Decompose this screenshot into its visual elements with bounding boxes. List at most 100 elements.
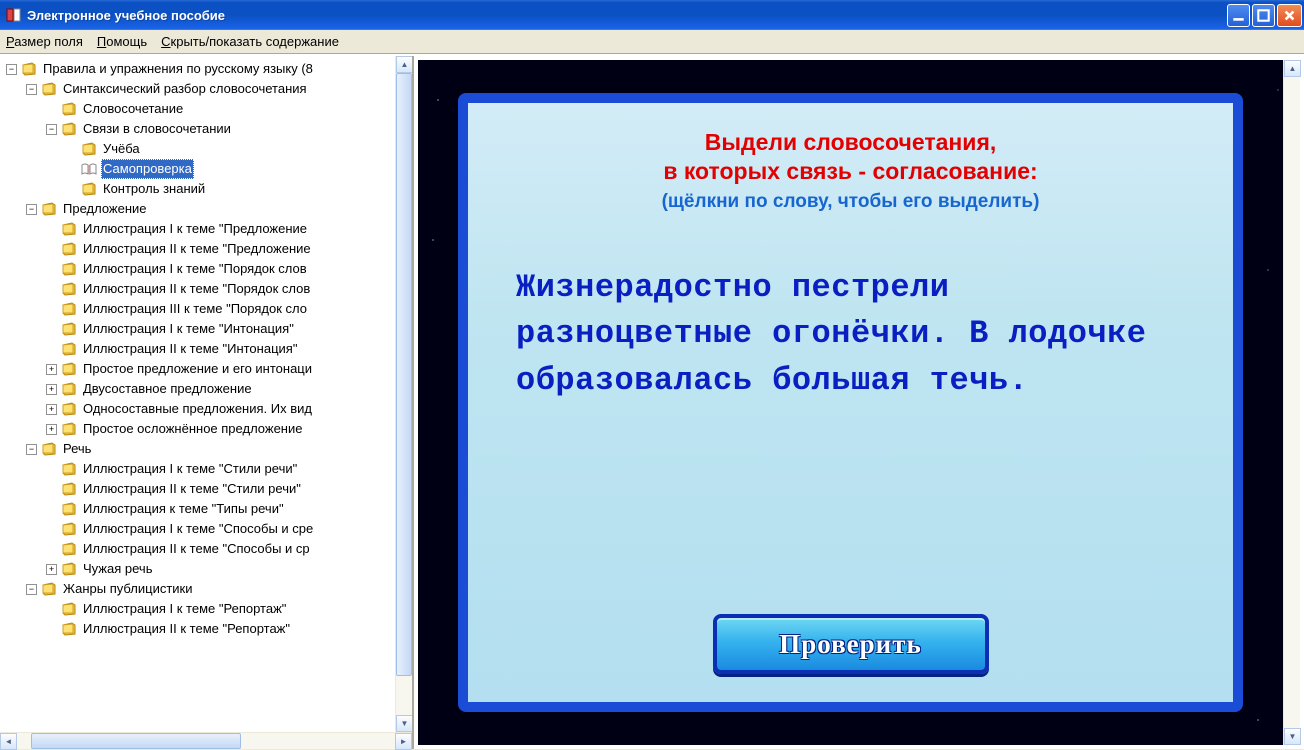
tree-node[interactable]: Иллюстрация II к теме "Интонация" [2,339,412,359]
tree-node-label[interactable]: Связи в словосочетании [81,119,233,139]
tree-node-label[interactable]: Жанры публицистики [61,579,195,599]
tree-node-label[interactable]: Односоставные предложения. Их вид [81,399,314,419]
tree-node[interactable]: Иллюстрация II к теме "Предложение [2,239,412,259]
collapse-icon[interactable]: − [6,64,17,75]
tree-node-label[interactable]: Иллюстрация II к теме "Репортаж" [81,619,292,639]
collapse-icon[interactable]: − [46,124,57,135]
tree-node[interactable]: Контроль знаний [2,179,412,199]
minimize-button[interactable] [1227,4,1250,27]
tree-vscrollbar[interactable]: ▲ ▼ [395,56,412,732]
tree-node-label[interactable]: Двусоставное предложение [81,379,254,399]
content-vscrollbar[interactable]: ▲ ▼ [1283,60,1300,745]
tree-node[interactable]: − Жанры публицистики [2,579,412,599]
tree-node[interactable]: − Правила и упражнения по русскому языку … [2,59,412,79]
collapse-icon[interactable]: − [26,204,37,215]
tree-node[interactable]: Иллюстрация к теме "Типы речи" [2,499,412,519]
tree-hscrollbar[interactable]: ◄ ► [0,732,412,749]
tree-node-label[interactable]: Предложение [61,199,149,219]
tree-node[interactable]: Иллюстрация II к теме "Стили речи" [2,479,412,499]
tree-node-label[interactable]: Простое предложение и его интонаци [81,359,314,379]
menu-toggle-toc[interactable]: Скрыть/показать содержание [161,34,339,49]
tree-node-label[interactable]: Иллюстрация I к теме "Интонация" [81,319,296,339]
tree-node-label[interactable]: Иллюстрация II к теме "Способы и ср [81,539,312,559]
check-button[interactable]: Проверить [713,614,989,674]
tree-spacer [46,344,57,355]
tree-node[interactable]: − Связи в словосочетании [2,119,412,139]
tree-node-label[interactable]: Иллюстрация I к теме "Стили речи" [81,459,299,479]
tree-node-label[interactable]: Иллюстрация III к теме "Порядок сло [81,299,309,319]
tree-node[interactable]: + Односоставные предложения. Их вид [2,399,412,419]
tree-spacer [46,484,57,495]
maximize-button[interactable] [1252,4,1275,27]
tree-node-label[interactable]: Иллюстрация II к теме "Стили речи" [81,479,303,499]
tree-node-label[interactable]: Правила и упражнения по русскому языку (… [41,59,315,79]
book-icon [61,462,77,476]
scroll-thumb[interactable] [396,73,412,676]
scroll-right-icon[interactable]: ► [395,733,412,750]
tree-node[interactable]: Иллюстрация I к теме "Порядок слов [2,259,412,279]
tree-node-label[interactable]: Иллюстрация II к теме "Интонация" [81,339,299,359]
tree-node-label[interactable]: Учёба [101,139,142,159]
tree-node-label[interactable]: Иллюстрация к теме "Типы речи" [81,499,286,519]
collapse-icon[interactable]: − [26,84,37,95]
expand-icon[interactable]: + [46,364,57,375]
tree-node-label[interactable]: Иллюстрация I к теме "Репортаж" [81,599,288,619]
tree-node[interactable]: + Чужая речь [2,559,412,579]
tree-node[interactable]: Иллюстрация I к теме "Предложение [2,219,412,239]
tree-node[interactable]: − Синтаксический разбор словосочетания [2,79,412,99]
tree-node-label[interactable]: Чужая речь [81,559,154,579]
tree-node[interactable]: Словосочетание [2,99,412,119]
tree-node-label[interactable]: Иллюстрация I к теме "Предложение [81,219,309,239]
scroll-down-icon[interactable]: ▼ [396,715,412,732]
tree-node-label[interactable]: Самопроверка [101,159,194,179]
tree-node-label[interactable]: Иллюстрация II к теме "Порядок слов [81,279,312,299]
expand-icon[interactable]: + [46,564,57,575]
tree-node[interactable]: − Речь [2,439,412,459]
exercise-text[interactable]: Жизнерадостно пестрели разноцветные огон… [508,265,1193,404]
tree-node[interactable]: Иллюстрация II к теме "Способы и ср [2,539,412,559]
tree-node-label[interactable]: Речь [61,439,93,459]
tree-node[interactable]: Иллюстрация III к теме "Порядок сло [2,299,412,319]
expand-icon[interactable]: + [46,384,57,395]
tree-node-label[interactable]: Синтаксический разбор словосочетания [61,79,309,99]
tree-node[interactable]: Иллюстрация I к теме "Интонация" [2,319,412,339]
tree-node-label[interactable]: Словосочетание [81,99,185,119]
tree-panel: −Правила и упражнения по русскому языку … [0,56,414,749]
tree-node-label[interactable]: Иллюстрация I к теме "Порядок слов [81,259,309,279]
window-title: Электронное учебное пособие [27,8,1227,23]
tree-node[interactable]: Иллюстрация I к теме "Репортаж" [2,599,412,619]
tree-node-label[interactable]: Контроль знаний [101,179,207,199]
scroll-thumb[interactable] [31,733,241,749]
scroll-up-icon[interactable]: ▲ [396,56,412,73]
menu-help[interactable]: Помощь [97,34,147,49]
tree-node[interactable]: − Предложение [2,199,412,219]
scroll-left-icon[interactable]: ◄ [0,733,17,750]
tree-node[interactable]: Иллюстрация I к теме "Способы и сре [2,519,412,539]
tree-node[interactable]: Иллюстрация II к теме "Порядок слов [2,279,412,299]
book-icon [61,342,77,356]
tree-node[interactable]: Иллюстрация I к теме "Стили речи" [2,459,412,479]
collapse-icon[interactable]: − [26,584,37,595]
tree-node-label[interactable]: Иллюстрация I к теме "Способы и сре [81,519,315,539]
toc-tree[interactable]: −Правила и упражнения по русскому языку … [0,56,412,642]
expand-icon[interactable]: + [46,404,57,415]
tree-spacer [66,164,77,175]
book-icon [61,242,77,256]
tree-node[interactable]: + Простое осложнённое предложение [2,419,412,439]
tree-node[interactable]: Самопроверка [2,159,412,179]
tree-node[interactable]: + Простое предложение и его интонаци [2,359,412,379]
book-icon [61,602,77,616]
tree-node-label[interactable]: Простое осложнённое предложение [81,419,304,439]
tree-node[interactable]: + Двусоставное предложение [2,379,412,399]
collapse-icon[interactable]: − [26,444,37,455]
scroll-down-icon[interactable]: ▼ [1284,728,1301,745]
tree-node[interactable]: Учёба [2,139,412,159]
expand-icon[interactable]: + [46,424,57,435]
tree-node-label[interactable]: Иллюстрация II к теме "Предложение [81,239,313,259]
scroll-up-icon[interactable]: ▲ [1284,60,1301,77]
tree-spacer [46,464,57,475]
close-button[interactable] [1277,4,1302,27]
tree-node[interactable]: Иллюстрация II к теме "Репортаж" [2,619,412,639]
menu-field-size[interactable]: Размер поля [6,34,83,49]
tree-spacer [46,304,57,315]
